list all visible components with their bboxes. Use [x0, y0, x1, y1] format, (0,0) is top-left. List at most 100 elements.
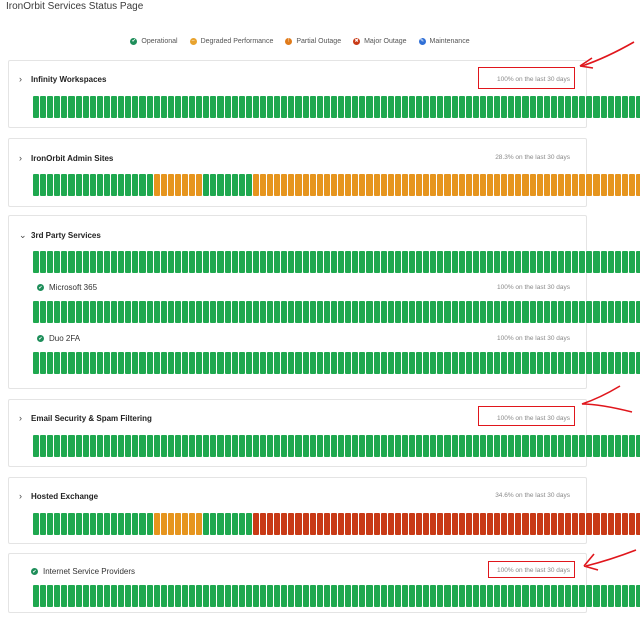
uptime-day-bar[interactable]	[366, 513, 373, 535]
uptime-day-bar[interactable]	[373, 301, 380, 323]
uptime-day-bar[interactable]	[96, 435, 103, 457]
uptime-day-bar[interactable]	[394, 174, 401, 196]
uptime-day-bar[interactable]	[82, 352, 89, 374]
uptime-day-bar[interactable]	[267, 251, 274, 273]
uptime-day-bar[interactable]	[125, 435, 132, 457]
uptime-day-bar[interactable]	[458, 585, 465, 607]
uptime-day-bar[interactable]	[394, 513, 401, 535]
uptime-day-bar[interactable]	[252, 435, 259, 457]
uptime-day-bar[interactable]	[245, 251, 252, 273]
uptime-day-bar[interactable]	[465, 96, 472, 118]
uptime-day-bar[interactable]	[621, 301, 628, 323]
uptime-day-bar[interactable]	[210, 251, 217, 273]
uptime-day-bar[interactable]	[174, 352, 181, 374]
uptime-day-bar[interactable]	[103, 513, 111, 535]
uptime-day-bar[interactable]	[380, 352, 387, 374]
uptime-day-bar[interactable]	[359, 96, 366, 118]
uptime-day-bar[interactable]	[430, 435, 437, 457]
uptime-day-bar[interactable]	[614, 585, 621, 607]
uptime-day-bar[interactable]	[174, 251, 181, 273]
uptime-day-bar[interactable]	[565, 251, 572, 273]
uptime-day-bar[interactable]	[373, 251, 380, 273]
uptime-day-bar[interactable]	[295, 96, 302, 118]
uptime-day-bar[interactable]	[224, 585, 231, 607]
uptime-day-bar[interactable]	[103, 251, 111, 273]
uptime-day-bar[interactable]	[61, 513, 68, 535]
uptime-day-bar[interactable]	[345, 585, 352, 607]
uptime-day-bar[interactable]	[103, 301, 111, 323]
uptime-day-bar[interactable]	[423, 435, 430, 457]
uptime-day-bar[interactable]	[543, 301, 550, 323]
uptime-day-bar[interactable]	[550, 251, 557, 273]
uptime-day-bar[interactable]	[600, 435, 607, 457]
uptime-day-bar[interactable]	[465, 251, 472, 273]
uptime-day-bar[interactable]	[139, 435, 146, 457]
uptime-day-bar[interactable]	[61, 96, 68, 118]
uptime-day-bar[interactable]	[181, 352, 189, 374]
uptime-day-bar[interactable]	[260, 513, 267, 535]
uptime-day-bar[interactable]	[628, 251, 635, 273]
uptime-day-bar[interactable]	[132, 301, 139, 323]
uptime-day-bar[interactable]	[160, 301, 167, 323]
uptime-day-bar[interactable]	[196, 174, 203, 196]
uptime-day-bar[interactable]	[224, 352, 231, 374]
uptime-day-bar[interactable]	[252, 513, 259, 535]
uptime-day-bar[interactable]	[557, 585, 565, 607]
uptime-day-bar[interactable]	[196, 435, 203, 457]
uptime-day-bar[interactable]	[536, 352, 543, 374]
uptime-day-bar[interactable]	[352, 96, 359, 118]
uptime-day-bar[interactable]	[260, 585, 267, 607]
uptime-day-bar[interactable]	[47, 251, 54, 273]
uptime-day-bar[interactable]	[487, 301, 494, 323]
uptime-day-bar[interactable]	[465, 435, 472, 457]
uptime-day-bar[interactable]	[345, 301, 352, 323]
uptime-day-bar[interactable]	[146, 96, 153, 118]
uptime-day-bar[interactable]	[196, 251, 203, 273]
uptime-day-bar[interactable]	[40, 301, 47, 323]
uptime-day-bar[interactable]	[565, 513, 572, 535]
uptime-day-bar[interactable]	[565, 435, 572, 457]
uptime-day-bar[interactable]	[181, 301, 189, 323]
uptime-day-bar[interactable]	[118, 352, 125, 374]
uptime-day-bar[interactable]	[125, 352, 132, 374]
uptime-day-bar[interactable]	[380, 435, 387, 457]
uptime-day-bar[interactable]	[380, 96, 387, 118]
uptime-day-bar[interactable]	[437, 96, 444, 118]
uptime-day-bar[interactable]	[387, 251, 394, 273]
uptime-day-bar[interactable]	[444, 435, 451, 457]
uptime-day-bar[interactable]	[260, 435, 267, 457]
uptime-day-bar[interactable]	[33, 585, 40, 607]
uptime-day-bar[interactable]	[33, 435, 40, 457]
uptime-day-bar[interactable]	[628, 585, 635, 607]
uptime-day-bar[interactable]	[494, 174, 501, 196]
uptime-day-bar[interactable]	[366, 301, 373, 323]
uptime-day-bar[interactable]	[288, 174, 295, 196]
uptime-day-bar[interactable]	[61, 352, 68, 374]
uptime-day-bar[interactable]	[203, 174, 210, 196]
uptime-day-bar[interactable]	[586, 352, 593, 374]
uptime-day-bar[interactable]	[295, 435, 302, 457]
uptime-day-bar[interactable]	[33, 96, 40, 118]
uptime-day-bar[interactable]	[111, 513, 118, 535]
uptime-day-bar[interactable]	[529, 96, 536, 118]
uptime-day-bar[interactable]	[621, 96, 628, 118]
uptime-day-bar[interactable]	[302, 251, 309, 273]
uptime-day-bar[interactable]	[189, 585, 196, 607]
uptime-day-bar[interactable]	[501, 251, 508, 273]
uptime-day-bar[interactable]	[111, 96, 118, 118]
uptime-day-bar[interactable]	[96, 96, 103, 118]
uptime-day-bar[interactable]	[487, 435, 494, 457]
uptime-day-bar[interactable]	[579, 435, 586, 457]
uptime-day-bar[interactable]	[465, 585, 472, 607]
uptime-day-bar[interactable]	[153, 513, 160, 535]
uptime-day-bar[interactable]	[515, 251, 522, 273]
uptime-day-bar[interactable]	[316, 301, 323, 323]
uptime-day-bar[interactable]	[281, 174, 288, 196]
uptime-day-bar[interactable]	[295, 513, 302, 535]
uptime-day-bar[interactable]	[401, 513, 408, 535]
uptime-day-bar[interactable]	[47, 301, 54, 323]
uptime-day-bar[interactable]	[380, 251, 387, 273]
uptime-day-bar[interactable]	[274, 435, 281, 457]
uptime-day-bar[interactable]	[430, 96, 437, 118]
uptime-day-bar[interactable]	[47, 96, 54, 118]
